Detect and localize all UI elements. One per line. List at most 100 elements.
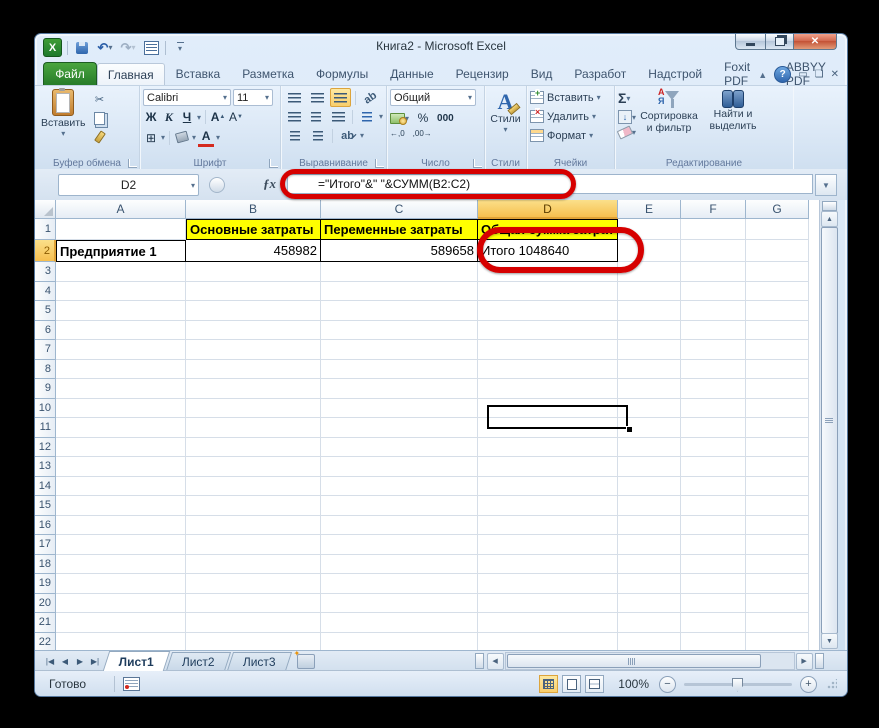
column-header-C[interactable]: C bbox=[321, 200, 478, 219]
sort-filter-button[interactable]: АЯ Сортировка и фильтр bbox=[638, 88, 700, 135]
cell-G5[interactable] bbox=[746, 301, 809, 321]
cell-G13[interactable] bbox=[746, 457, 809, 477]
ribbon-tab-Разработ[interactable]: Разработ bbox=[563, 63, 637, 85]
expand-formula-bar-button[interactable]: ▼ bbox=[815, 174, 837, 196]
insert-function-collapsed[interactable] bbox=[209, 177, 225, 193]
restore-button[interactable] bbox=[766, 34, 794, 50]
comma-format-button[interactable]: 000 bbox=[437, 110, 454, 126]
cell-B21[interactable] bbox=[186, 613, 321, 633]
cell-A14[interactable] bbox=[56, 476, 186, 496]
page-layout-view-button[interactable] bbox=[562, 675, 582, 693]
decrease-decimal-button[interactable]: ,00→ bbox=[413, 130, 432, 138]
cell-B5[interactable] bbox=[186, 301, 321, 321]
cell-G17[interactable] bbox=[746, 535, 809, 555]
cell-A22[interactable] bbox=[56, 632, 186, 650]
cell-G6[interactable] bbox=[746, 320, 809, 340]
cell-F15[interactable] bbox=[681, 496, 746, 516]
tab-file[interactable]: Файл bbox=[43, 62, 97, 85]
column-header-D[interactable]: D bbox=[478, 200, 618, 219]
cell-A9[interactable] bbox=[56, 379, 186, 399]
select-all-corner[interactable] bbox=[35, 200, 56, 219]
cell-B3[interactable] bbox=[186, 262, 321, 282]
fx-icon[interactable]: ƒx bbox=[263, 176, 276, 192]
ribbon-tab-Вставка[interactable]: Вставка bbox=[165, 63, 232, 85]
cell-C4[interactable] bbox=[321, 281, 478, 301]
cell-B19[interactable] bbox=[186, 574, 321, 594]
cell-E19[interactable] bbox=[618, 574, 681, 594]
autosum-button[interactable]: Σ ▾ bbox=[618, 90, 630, 106]
page-break-view-button[interactable] bbox=[585, 675, 605, 693]
cell-B15[interactable] bbox=[186, 496, 321, 516]
row-header-3[interactable]: 3 bbox=[35, 262, 56, 282]
wrap-text-button[interactable]: ab̷ bbox=[337, 126, 358, 145]
cell-G14[interactable] bbox=[746, 476, 809, 496]
cell-F13[interactable] bbox=[681, 457, 746, 477]
scroll-down-icon[interactable]: ▼ bbox=[821, 633, 838, 649]
print-preview-button[interactable] bbox=[142, 39, 160, 56]
cell-C3[interactable] bbox=[321, 262, 478, 282]
cell-D6[interactable] bbox=[478, 320, 618, 340]
tab-split-handle[interactable] bbox=[814, 653, 824, 669]
cell-C8[interactable] bbox=[321, 359, 478, 379]
first-sheet-button[interactable]: |◀ bbox=[43, 654, 57, 668]
normal-view-button[interactable] bbox=[539, 675, 559, 693]
dialog-launcher-icon[interactable] bbox=[473, 159, 482, 168]
paste-button[interactable]: Вставить ▾ bbox=[38, 88, 89, 139]
cell-B17[interactable] bbox=[186, 535, 321, 555]
merge-center-button[interactable] bbox=[357, 107, 377, 126]
row-header-8[interactable]: 8 bbox=[35, 359, 56, 379]
cell-C2[interactable]: 589658 bbox=[321, 240, 478, 262]
column-header-E[interactable]: E bbox=[618, 200, 681, 219]
cell-G16[interactable] bbox=[746, 515, 809, 535]
cell-A13[interactable] bbox=[56, 457, 186, 477]
row-header-15[interactable]: 15 bbox=[35, 496, 56, 516]
cell-G19[interactable] bbox=[746, 574, 809, 594]
cell-F21[interactable] bbox=[681, 613, 746, 633]
cell-E20[interactable] bbox=[618, 593, 681, 613]
row-header-5[interactable]: 5 bbox=[35, 301, 56, 321]
cell-F12[interactable] bbox=[681, 437, 746, 457]
cell-F4[interactable] bbox=[681, 281, 746, 301]
split-handle[interactable] bbox=[822, 201, 837, 211]
cell-B18[interactable] bbox=[186, 554, 321, 574]
cell-A3[interactable] bbox=[56, 262, 186, 282]
cell-C15[interactable] bbox=[321, 496, 478, 516]
cell-G18[interactable] bbox=[746, 554, 809, 574]
sheet-tab-Лист2[interactable]: Лист2 bbox=[165, 652, 231, 671]
row-header-12[interactable]: 12 bbox=[35, 437, 56, 457]
cell-F2[interactable] bbox=[681, 240, 746, 262]
sheet-tab-Лист1[interactable]: Лист1 bbox=[102, 651, 171, 671]
save-button[interactable] bbox=[73, 39, 91, 56]
cell-B22[interactable] bbox=[186, 632, 321, 650]
cell-E22[interactable] bbox=[618, 632, 681, 650]
row-header-1[interactable]: 1 bbox=[35, 219, 56, 240]
cell-F19[interactable] bbox=[681, 574, 746, 594]
format-cells-button[interactable]: Формат ▾ bbox=[530, 126, 611, 145]
scroll-up-icon[interactable]: ▲ bbox=[821, 211, 838, 227]
cell-F7[interactable] bbox=[681, 340, 746, 360]
cell-F11[interactable] bbox=[681, 418, 746, 438]
cell-C14[interactable] bbox=[321, 476, 478, 496]
column-header-A[interactable]: A bbox=[56, 200, 186, 219]
ribbon-tab-Вид[interactable]: Вид bbox=[520, 63, 564, 85]
cell-F20[interactable] bbox=[681, 593, 746, 613]
vertical-scrollbar[interactable]: ▲ ▼ bbox=[819, 200, 838, 650]
cell-E11[interactable] bbox=[618, 418, 681, 438]
fill-button[interactable]: ↓ ▾ bbox=[618, 110, 636, 124]
minimize-button[interactable] bbox=[735, 34, 766, 50]
cell-B7[interactable] bbox=[186, 340, 321, 360]
bold-button[interactable]: Ж bbox=[143, 109, 159, 125]
cell-A21[interactable] bbox=[56, 613, 186, 633]
row-header-13[interactable]: 13 bbox=[35, 457, 56, 477]
cell-B8[interactable] bbox=[186, 359, 321, 379]
cell-B1[interactable]: Основные затраты bbox=[186, 219, 321, 240]
cell-C7[interactable] bbox=[321, 340, 478, 360]
ribbon-tab-Рецензир[interactable]: Рецензир bbox=[445, 63, 520, 85]
styles-button[interactable]: А Стили ▾ bbox=[488, 90, 523, 135]
cell-C19[interactable] bbox=[321, 574, 478, 594]
cell-C21[interactable] bbox=[321, 613, 478, 633]
cell-B14[interactable] bbox=[186, 476, 321, 496]
cell-A18[interactable] bbox=[56, 554, 186, 574]
cell-E3[interactable] bbox=[618, 262, 681, 282]
insert-worksheet-button[interactable] bbox=[294, 649, 315, 669]
